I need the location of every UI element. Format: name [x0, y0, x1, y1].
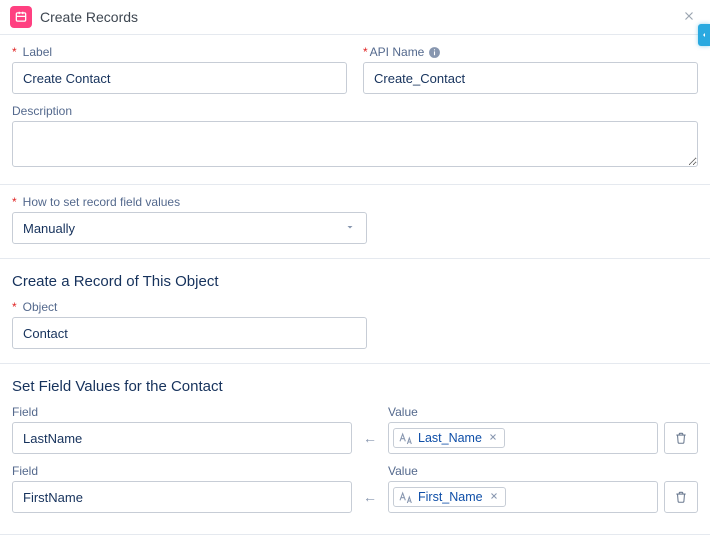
section-basics: Label API Name Description — [0, 35, 710, 185]
close-icon — [682, 9, 696, 23]
assign-arrow-icon: ← — [358, 489, 382, 513]
object-section-heading: Create a Record of This Object — [12, 273, 698, 290]
value-pill-label: Last_Name — [418, 431, 482, 445]
create-records-icon — [10, 6, 32, 28]
trash-icon — [674, 490, 688, 504]
section-object: Create a Record of This Object Object Co… — [0, 259, 710, 364]
object-field-label: Object — [12, 300, 698, 314]
object-combobox[interactable]: Contact — [12, 317, 367, 349]
value-col-label: Value — [388, 405, 658, 419]
label-input[interactable] — [12, 62, 347, 94]
howset-select[interactable]: Manually — [12, 212, 367, 244]
field-col-label: Field — [12, 405, 352, 419]
close-icon — [488, 432, 498, 442]
value-col-label: Value — [388, 464, 658, 478]
text-type-icon — [398, 490, 414, 504]
value-input[interactable]: First_Name — [388, 481, 658, 513]
panel-title: Create Records — [40, 9, 138, 25]
value-pill: Last_Name — [393, 428, 505, 448]
description-textarea[interactable] — [12, 121, 698, 167]
field-picker[interactable] — [12, 422, 352, 454]
text-type-icon — [398, 431, 414, 445]
field-picker[interactable] — [12, 481, 352, 513]
trash-icon — [674, 431, 688, 445]
close-button[interactable] — [678, 6, 700, 28]
fieldvalues-heading: Set Field Values for the Contact — [12, 378, 698, 395]
section-how-set: How to set record field values Manually — [0, 185, 710, 259]
collapse-handle[interactable] — [698, 24, 710, 46]
description-field-label: Description — [12, 104, 698, 118]
value-pill-label: First_Name — [418, 490, 483, 504]
value-pill: First_Name — [393, 487, 506, 507]
apiname-input[interactable] — [363, 62, 698, 94]
panel-header: Create Records — [0, 0, 710, 35]
value-input[interactable]: Last_Name — [388, 422, 658, 454]
info-icon[interactable] — [428, 46, 441, 59]
delete-row-button[interactable] — [664, 422, 698, 454]
object-value: Contact — [23, 326, 68, 341]
chevron-down-icon — [344, 221, 356, 236]
field-value-row: Field ← Value First_Name — [12, 464, 698, 513]
field-value-row: Field ← Value Last_Name — [12, 405, 698, 454]
delete-row-button[interactable] — [664, 481, 698, 513]
create-records-panel: Create Records Label API Name — [0, 0, 710, 535]
field-col-label: Field — [12, 464, 352, 478]
assign-arrow-icon: ← — [358, 430, 382, 454]
howset-label: How to set record field values — [12, 195, 698, 209]
pill-remove-button[interactable] — [489, 490, 499, 504]
howset-value: Manually — [23, 221, 75, 236]
label-field-label: Label — [12, 45, 347, 59]
panel-scroll[interactable]: Label API Name Description — [0, 35, 710, 535]
close-icon — [489, 491, 499, 501]
pill-remove-button[interactable] — [488, 431, 498, 445]
chevron-left-icon — [700, 30, 708, 40]
section-field-values: Set Field Values for the Contact Field ←… — [0, 364, 710, 535]
apiname-field-label: API Name — [363, 45, 698, 59]
